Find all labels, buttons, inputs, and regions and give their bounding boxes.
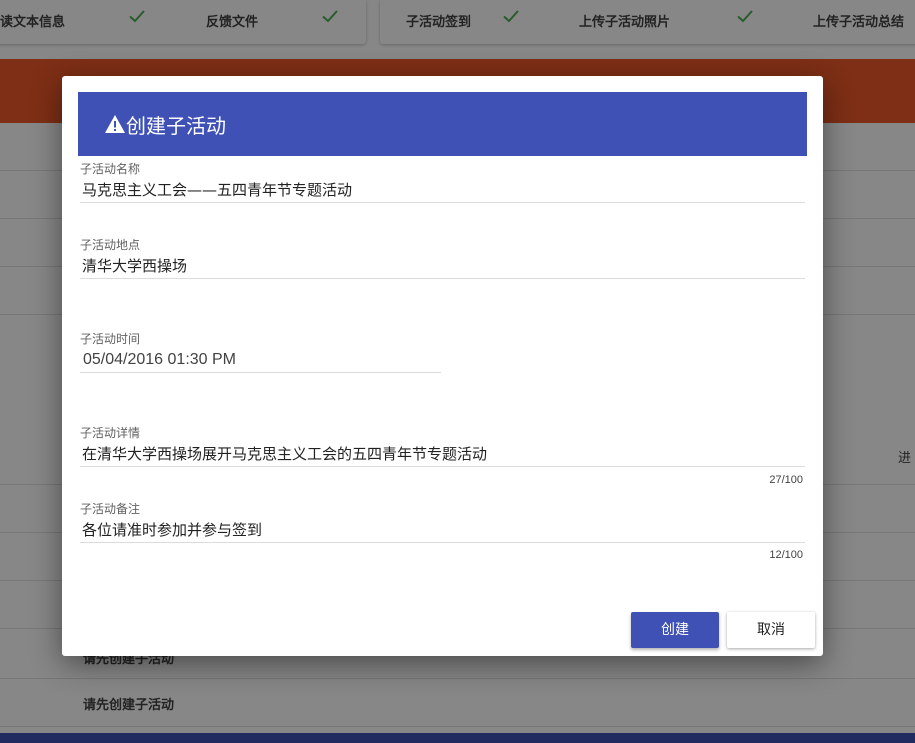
time-label: 子活动时间: [80, 332, 141, 346]
location-input[interactable]: 清华大学西操场: [80, 253, 805, 279]
name-input[interactable]: 马克思主义工会——五四青年节专题活动: [80, 177, 805, 203]
datetime-input[interactable]: 05/04/2016 01:30 PM: [80, 347, 441, 373]
warning-icon: [104, 114, 126, 134]
dialog-header: 创建子活动: [78, 92, 807, 156]
time-field[interactable]: 子活动时间 05/04/2016 01:30 PM: [80, 331, 441, 373]
notes-field[interactable]: 子活动备注 各位请准时参加并参与签到: [80, 501, 805, 543]
notes-char-counter: 12/100: [769, 549, 803, 561]
create-subactivity-dialog: 创建子活动 子活动名称 马克思主义工会——五四青年节专题活动 子活动地点 清华大…: [62, 76, 823, 656]
notes-label: 子活动备注: [80, 502, 141, 516]
location-field[interactable]: 子活动地点 清华大学西操场: [80, 237, 805, 279]
create-button[interactable]: 创建: [631, 612, 719, 648]
details-textarea[interactable]: 在清华大学西操场展开马克思主义工会的五四青年节专题活动: [80, 441, 805, 467]
details-label: 子活动详情: [80, 426, 141, 440]
location-label: 子活动地点: [80, 238, 141, 252]
details-char-counter: 27/100: [769, 474, 803, 486]
dialog-title: 创建子活动: [126, 114, 226, 138]
name-label: 子活动名称: [80, 162, 141, 176]
name-field[interactable]: 子活动名称 马克思主义工会——五四青年节专题活动: [80, 161, 805, 203]
notes-textarea[interactable]: 各位请准时参加并参与签到: [80, 517, 805, 543]
cancel-button[interactable]: 取消: [727, 612, 815, 648]
details-field[interactable]: 子活动详情 在清华大学西操场展开马克思主义工会的五四青年节专题活动: [80, 425, 805, 467]
